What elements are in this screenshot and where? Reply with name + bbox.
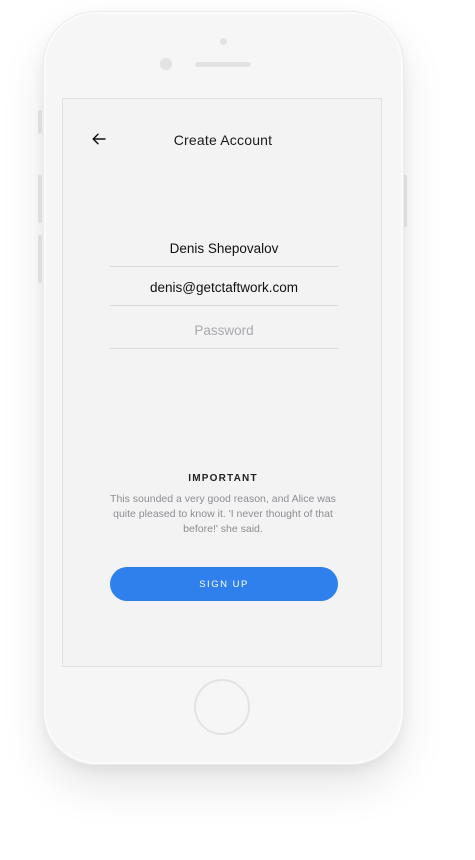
earpiece-speaker (195, 62, 251, 67)
notice-text: This sounded a very good reason, and Ali… (110, 493, 336, 535)
notice-title: IMPORTANT (188, 473, 258, 484)
name-field[interactable] (110, 238, 338, 267)
app-screen: Create Account IMPORTANT This sounded a … (62, 98, 382, 667)
proximity-sensor (220, 38, 227, 45)
mute-switch (38, 110, 42, 134)
power-button (403, 175, 407, 227)
home-button[interactable] (194, 679, 250, 735)
volume-down-button (38, 235, 42, 283)
stage: Create Account IMPORTANT This sounded a … (0, 0, 475, 860)
front-camera (160, 58, 172, 70)
volume-up-button (38, 175, 42, 223)
sign-up-button[interactable]: SIGN UP (110, 567, 338, 601)
password-field[interactable] (110, 320, 338, 349)
email-field[interactable] (110, 277, 338, 306)
page-title: Create Account (173, 132, 273, 148)
